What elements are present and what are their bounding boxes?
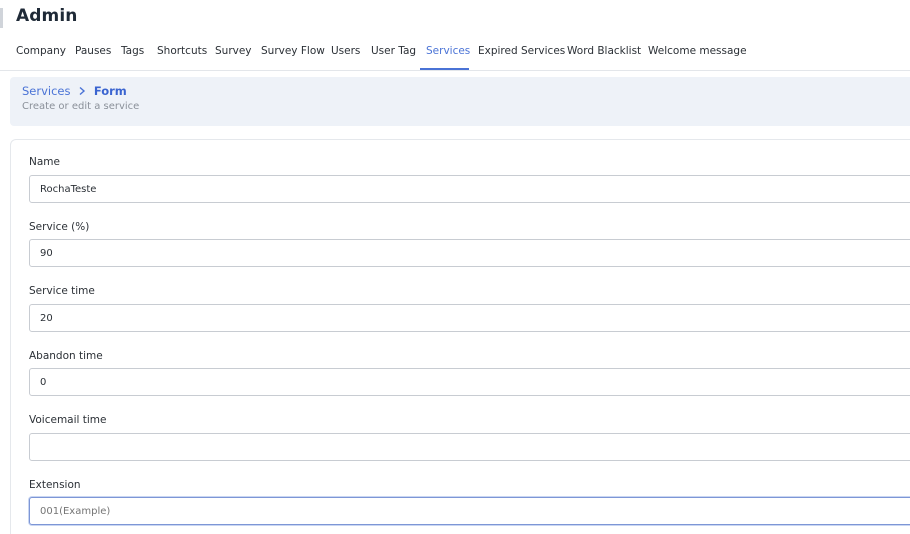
voicemail-time-field[interactable] bbox=[29, 433, 910, 461]
name-field[interactable] bbox=[29, 175, 910, 203]
tab-shortcuts[interactable]: Shortcuts bbox=[157, 45, 207, 57]
tab-expired-services[interactable]: Expired Services bbox=[478, 45, 565, 57]
page-subtitle: Create or edit a service bbox=[22, 101, 140, 112]
abandon-time-field[interactable] bbox=[29, 368, 910, 396]
service-time-label: Service time bbox=[29, 285, 95, 297]
service-pct-field[interactable] bbox=[29, 239, 910, 267]
voicemail-time-label: Voicemail time bbox=[29, 414, 107, 426]
breadcrumb-services-link[interactable]: Services bbox=[22, 84, 71, 98]
service-pct-label: Service (%) bbox=[29, 221, 90, 233]
admin-page: Admin Company Pauses Tags Shortcuts Surv… bbox=[0, 0, 910, 534]
breadcrumb-current: Form bbox=[93, 84, 127, 98]
breadcrumb: Services Form bbox=[22, 84, 127, 98]
tab-welcome-message[interactable]: Welcome message bbox=[648, 45, 747, 57]
admin-tabs: Company Pauses Tags Shortcuts Survey Sur… bbox=[0, 38, 910, 71]
abandon-time-label: Abandon time bbox=[29, 350, 103, 362]
tab-users[interactable]: Users bbox=[331, 45, 360, 57]
extension-label: Extension bbox=[29, 479, 81, 491]
name-label: Name bbox=[29, 156, 60, 168]
tab-tags[interactable]: Tags bbox=[121, 45, 144, 57]
tab-survey[interactable]: Survey bbox=[215, 45, 252, 57]
tab-word-blacklist[interactable]: Word Blacklist bbox=[567, 45, 641, 57]
page-title: Admin bbox=[16, 6, 78, 26]
tab-services[interactable]: Services bbox=[426, 45, 470, 57]
tab-pauses[interactable]: Pauses bbox=[75, 45, 111, 57]
tab-survey-flow[interactable]: Survey Flow bbox=[261, 45, 325, 57]
page-header-box bbox=[10, 77, 910, 126]
chevron-right-icon bbox=[79, 86, 86, 96]
service-time-field[interactable] bbox=[29, 304, 910, 332]
active-tab-indicator bbox=[420, 68, 469, 70]
tab-company[interactable]: Company bbox=[16, 45, 66, 57]
sidebar-edge bbox=[0, 8, 3, 28]
extension-field[interactable] bbox=[29, 497, 910, 525]
tab-user-tag[interactable]: User Tag bbox=[371, 45, 416, 57]
